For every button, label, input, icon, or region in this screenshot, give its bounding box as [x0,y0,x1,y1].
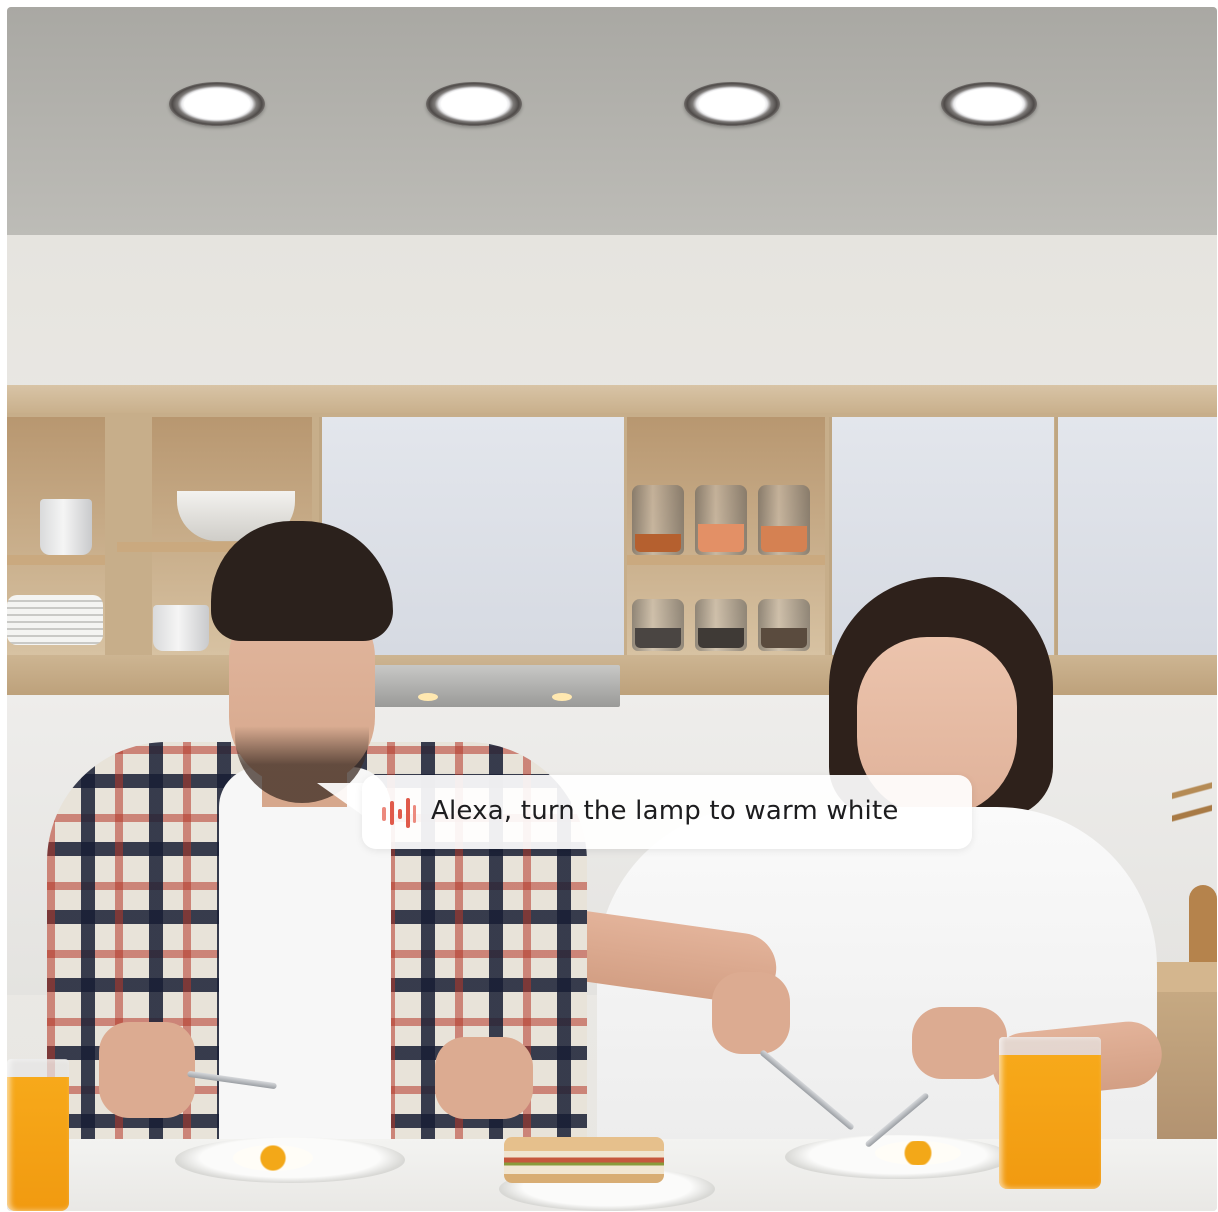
range-hood [372,665,620,707]
cup [153,605,209,651]
recessed-downlight-2 [426,82,522,126]
jar [695,599,747,651]
voice-command-text: Alexa, turn the lamp to warm white [431,796,899,826]
jar [632,485,684,555]
plate-stack [7,595,103,645]
woman-hand [712,972,790,1054]
recessed-downlight-1 [169,82,265,126]
recessed-downlight-4 [941,82,1037,126]
man-hand [435,1037,533,1119]
jar [632,599,684,651]
dried-plant [1172,747,1212,887]
shelf-board [627,555,825,565]
jar [758,599,810,651]
recessed-downlight-3 [684,82,780,126]
cup [40,499,92,555]
speech-bubble-tail [317,783,365,817]
hood-light [418,693,438,701]
jar [758,485,810,555]
orange-juice-glass [7,1059,69,1211]
voice-waveform-icon [382,798,416,828]
woman-hand [912,1007,1007,1079]
jar [695,485,747,555]
cutting-board [1189,885,1217,965]
fried-egg [875,1141,961,1165]
product-photo: Alexa, turn the lamp to warm white [7,7,1217,1211]
shelf-board [7,555,105,565]
cabinet-top [7,385,1217,413]
hood-light [552,693,572,701]
fried-egg [233,1145,313,1171]
cabinet-door [1055,417,1217,655]
sandwich [504,1137,664,1183]
man-hand [99,1022,195,1118]
orange-juice-glass [999,1037,1101,1189]
